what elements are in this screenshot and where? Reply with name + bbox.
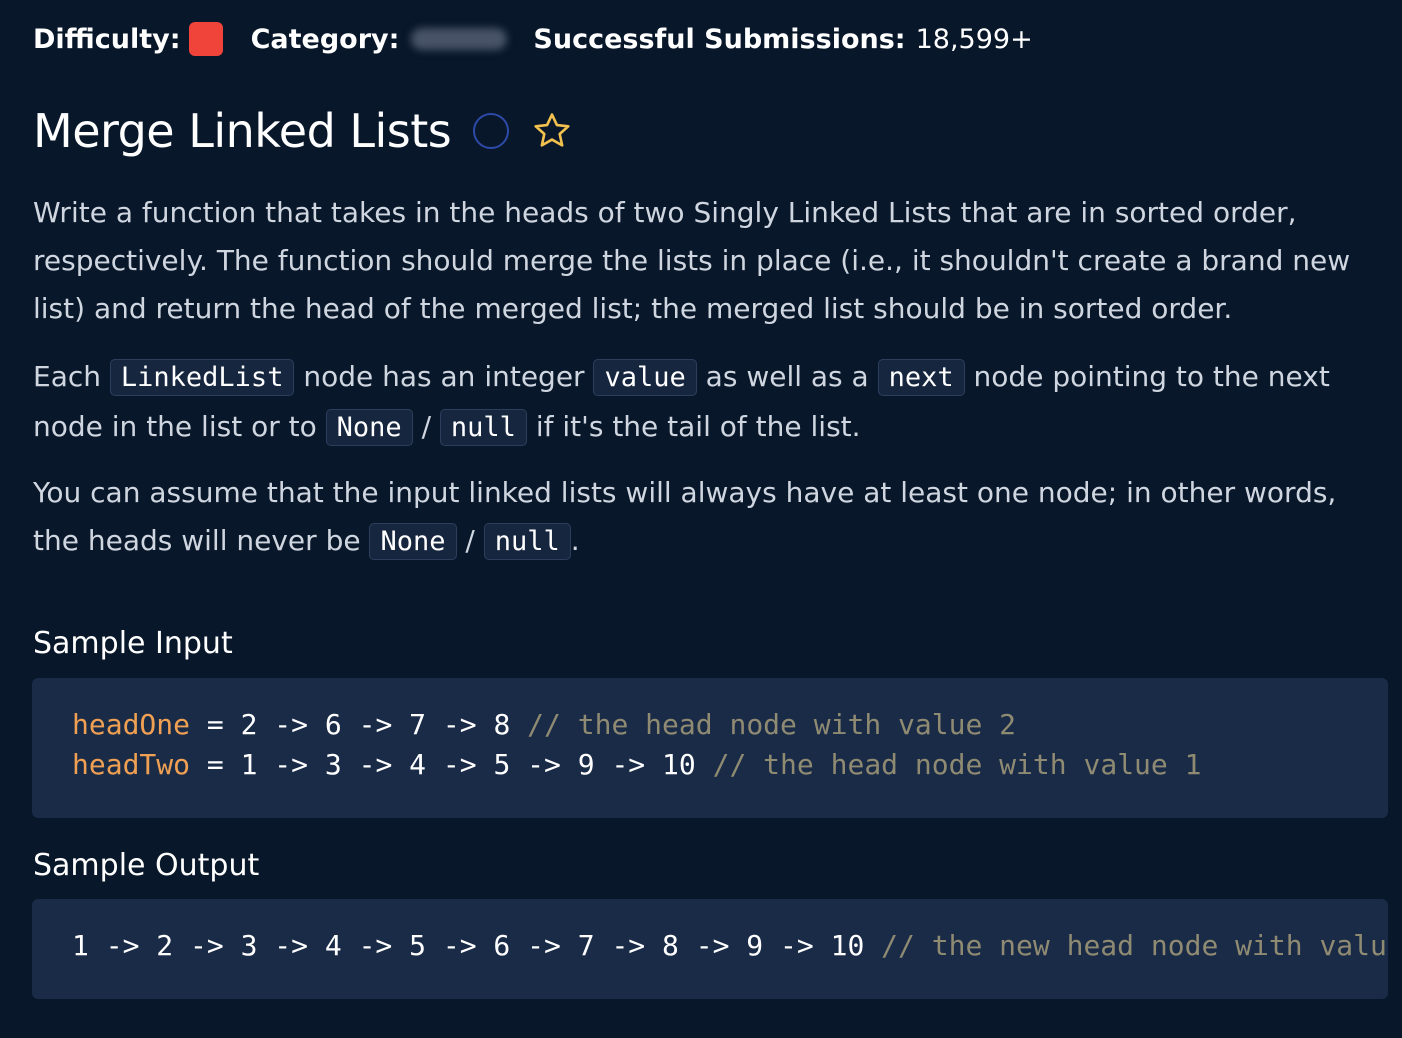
code-text: = 2 -> 6 -> 7 -> 8 <box>190 708 528 741</box>
code-none: None <box>369 523 457 560</box>
category-value-blurred <box>411 28 508 50</box>
text: Each <box>33 360 110 393</box>
variable-name: headTwo <box>72 748 191 781</box>
variable-name: headOne <box>72 708 191 741</box>
code-line: 1 -> 2 -> 3 -> 4 -> 5 -> 6 -> 7 -> 8 -> … <box>72 929 1387 962</box>
sample-output-heading: Sample Output <box>33 848 260 883</box>
code-null: null <box>439 409 527 446</box>
description-paragraph-3: You can assume that the input linked lis… <box>33 469 1378 566</box>
text: if it's the tail of the list. <box>526 410 861 443</box>
code-line: headOne = 2 -> 6 -> 7 -> 8 // the head n… <box>72 708 1016 741</box>
submissions-label: Successful Submissions: <box>533 23 906 55</box>
text: node has an integer <box>294 360 594 393</box>
completion-circle-icon[interactable] <box>473 113 510 149</box>
category-label: Category: <box>250 23 400 55</box>
code-comment: // the head node with value 1 <box>712 748 1202 781</box>
page-title: Merge Linked Lists <box>33 104 452 158</box>
difficulty-label: Difficulty: <box>33 23 181 55</box>
text: as well as a <box>696 360 878 393</box>
code-comment: // the head node with value 2 <box>527 708 1017 741</box>
sample-input-heading: Sample Input <box>33 626 233 661</box>
text: You can assume that the input linked lis… <box>33 476 1337 557</box>
star-icon[interactable] <box>531 110 573 152</box>
sample-input-code-block: headOne = 2 -> 6 -> 7 -> 8 // the head n… <box>32 678 1388 818</box>
sample-output-code-block[interactable]: 1 -> 2 -> 3 -> 4 -> 5 -> 6 -> 7 -> 8 -> … <box>32 899 1388 999</box>
difficulty-badge <box>188 22 223 56</box>
submissions-count: 18,599+ <box>915 23 1033 55</box>
code-value: value <box>593 359 697 396</box>
code-text: = 1 -> 3 -> 4 -> 5 -> 9 -> 10 <box>190 748 713 781</box>
code-line: headTwo = 1 -> 3 -> 4 -> 5 -> 9 -> 10 //… <box>72 748 1201 781</box>
description-paragraph-2: Each LinkedList node has an integer valu… <box>33 352 1378 452</box>
code-text: 1 -> 2 -> 3 -> 4 -> 5 -> 6 -> 7 -> 8 -> … <box>72 929 882 962</box>
code-next: next <box>877 359 965 396</box>
code-linkedlist: LinkedList <box>109 359 295 396</box>
question-meta: Difficulty: Category: Successful Submiss… <box>33 20 1033 58</box>
text: / <box>456 524 484 557</box>
text: / <box>412 410 440 443</box>
question-page: Difficulty: Category: Successful Submiss… <box>0 0 1402 1038</box>
code-none: None <box>325 409 413 446</box>
title-row: Merge Linked Lists <box>33 100 573 162</box>
code-comment: // the new head node with valu <box>881 929 1387 962</box>
description-paragraph-1: Write a function that takes in the heads… <box>33 196 1351 325</box>
text: . <box>570 524 580 557</box>
code-null: null <box>483 523 571 560</box>
